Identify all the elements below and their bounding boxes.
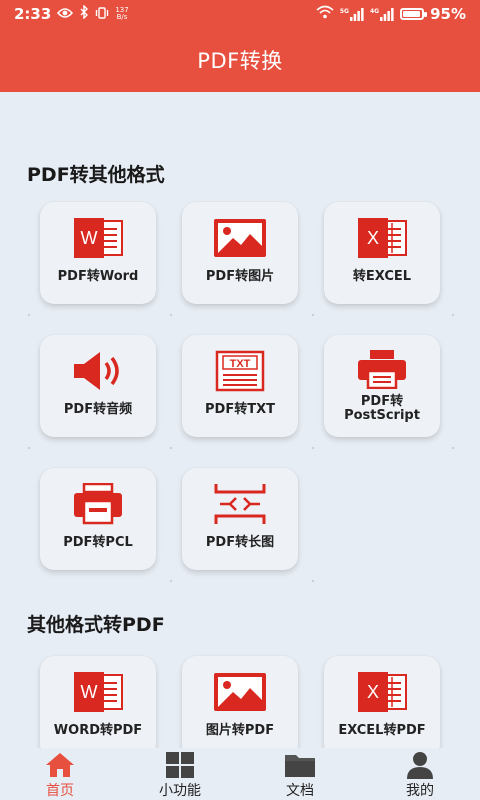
- card-label: EXCEL转PDF: [338, 723, 426, 738]
- pdf-to-long-image-button[interactable]: PDF转长图: [182, 468, 298, 570]
- card-label: PDF转Word: [57, 269, 139, 284]
- pdf-to-excel-button[interactable]: X 转EXCEL: [324, 202, 440, 304]
- pdf-to-pcl-button[interactable]: PDF转PCL: [40, 468, 156, 570]
- svg-text:X: X: [367, 228, 379, 248]
- card-label: PDF转TXT: [205, 402, 275, 417]
- excel-to-pdf-button[interactable]: X EXCEL转PDF: [324, 656, 440, 748]
- pdf-to-image-button[interactable]: PDF转图片: [182, 202, 298, 304]
- status-bar: 2:33 137 B/s 5G 4G 95%: [0, 0, 480, 28]
- tab-label: 我的: [406, 783, 434, 799]
- battery-percent: 95%: [430, 5, 466, 23]
- word-doc-icon: W: [70, 216, 126, 260]
- grid-dot: [28, 447, 30, 449]
- signal-icon-5g: 5G: [340, 7, 364, 21]
- card-label: PDF转 PostScript: [344, 394, 420, 423]
- tab-home[interactable]: 首页: [0, 748, 120, 800]
- card-label: PDF转长图: [205, 535, 275, 550]
- printer-icon: [354, 347, 410, 391]
- vibrate-icon: [95, 5, 109, 23]
- battery-icon: [400, 8, 428, 20]
- image-to-pdf-button[interactable]: 图片转PDF: [182, 656, 298, 748]
- grid-dot: [452, 447, 454, 449]
- word-to-pdf-button[interactable]: W WORD转PDF: [40, 656, 156, 748]
- grid-dot: [170, 447, 172, 449]
- grid-dot: [312, 580, 314, 582]
- wifi-icon: [316, 5, 334, 23]
- grid-dot: [312, 447, 314, 449]
- card-label: 转EXCEL: [352, 269, 412, 284]
- speaker-icon: [70, 349, 126, 393]
- svg-text:TXT: TXT: [230, 358, 251, 370]
- folder-icon: [284, 751, 316, 779]
- section-title-other-to-pdf: 其他格式转PDF: [27, 614, 165, 636]
- svg-text:W: W: [81, 682, 98, 702]
- eye-icon: [57, 5, 74, 23]
- status-time: 2:33: [14, 5, 52, 23]
- tab-tools[interactable]: 小功能: [120, 748, 240, 800]
- card-label: 图片转PDF: [205, 723, 275, 738]
- tab-label: 文档: [286, 783, 314, 799]
- word-doc-icon: W: [70, 670, 126, 714]
- grid-dot: [28, 314, 30, 316]
- tab-mine[interactable]: 我的: [360, 748, 480, 800]
- printer-icon: [70, 482, 126, 526]
- bluetooth-icon: [79, 4, 89, 23]
- main-content[interactable]: PDF转其他格式 W PDF转Word PDF转图片 X 转EXCEL PDF转…: [0, 92, 480, 748]
- pdf-to-word-button[interactable]: W PDF转Word: [40, 202, 156, 304]
- tab-documents[interactable]: 文档: [240, 748, 360, 800]
- page-title: PDF转换: [197, 49, 283, 73]
- home-icon: [44, 751, 76, 779]
- section-title-pdf-to-other: PDF转其他格式: [27, 164, 165, 186]
- image-icon: [212, 670, 268, 714]
- grid-dot: [452, 314, 454, 316]
- card-label: WORD转PDF: [53, 723, 143, 738]
- excel-icon: X: [354, 216, 410, 260]
- tab-label: 首页: [46, 783, 74, 799]
- excel-icon: X: [354, 670, 410, 714]
- svg-text:X: X: [367, 682, 379, 702]
- network-speed: 137 B/s: [115, 6, 129, 21]
- pdf-to-txt-button[interactable]: TXT PDF转TXT: [182, 335, 298, 437]
- user-icon: [404, 751, 436, 779]
- pdf-to-postscript-button[interactable]: PDF转 PostScript: [324, 335, 440, 437]
- txt-doc-icon: TXT: [212, 349, 268, 393]
- svg-text:W: W: [81, 228, 98, 248]
- card-label: PDF转PCL: [63, 535, 133, 550]
- bottom-tab-bar: 首页 小功能 文档 我的: [0, 748, 480, 800]
- card-label: PDF转音频: [63, 402, 133, 417]
- grid-icon: [164, 751, 196, 779]
- tab-label: 小功能: [159, 783, 201, 799]
- grid-dot: [170, 580, 172, 582]
- app-header: PDF转换: [0, 28, 480, 92]
- card-label: PDF转图片: [205, 269, 275, 284]
- signal-icon-4g: 4G: [370, 7, 394, 21]
- pdf-to-audio-button[interactable]: PDF转音频: [40, 335, 156, 437]
- battery-fill: [403, 11, 421, 17]
- image-icon: [212, 216, 268, 260]
- grid-dot: [312, 314, 314, 316]
- long-image-icon: [212, 482, 268, 526]
- grid-dot: [170, 314, 172, 316]
